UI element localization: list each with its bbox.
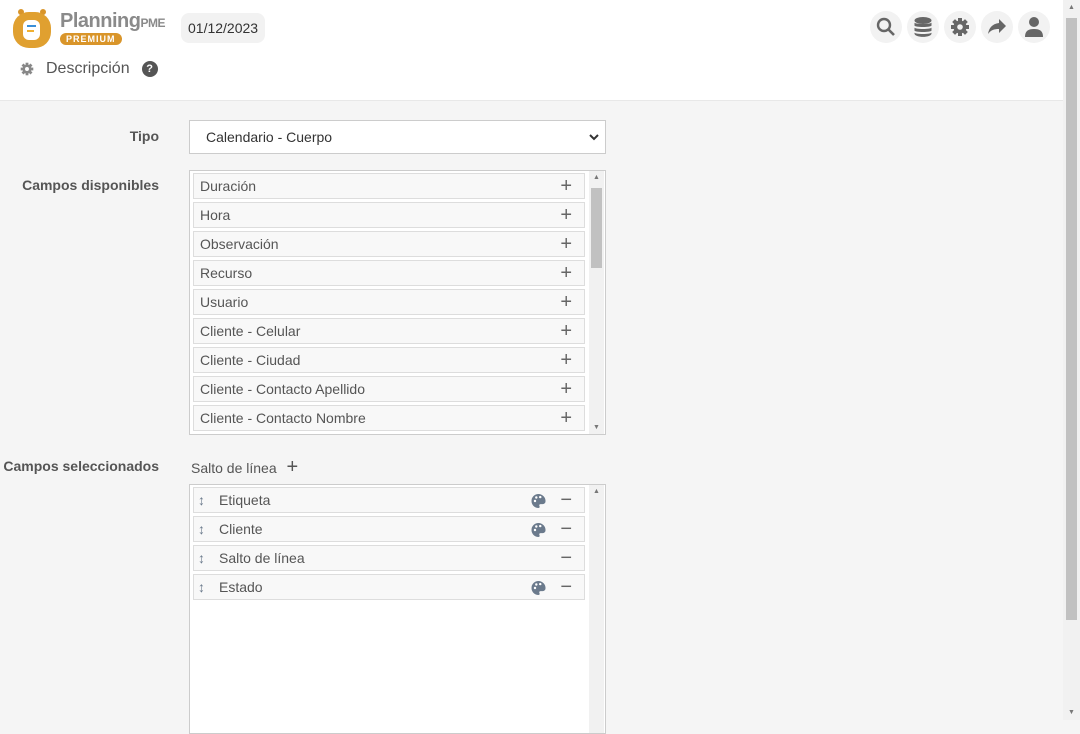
field-label: Observación [200, 236, 279, 252]
add-line-break-button[interactable]: Salto de línea + [191, 456, 298, 479]
selected-fields-list[interactable]: ▲ ↕ Etiqueta − ↕ Cliente − ↕ Salto de línea − ↕ Es… [189, 484, 606, 734]
tipo-label: Tipo [129, 128, 159, 144]
available-field-item[interactable]: Cliente - Contacto Nombre + [193, 405, 585, 431]
premium-badge: PREMIUM [60, 33, 122, 45]
drag-handle-icon[interactable]: ↕ [198, 517, 205, 541]
page-scrollbar[interactable]: ▲ ▼ [1063, 0, 1080, 720]
available-field-item[interactable]: Recurso + [193, 260, 585, 286]
field-label: Cliente [219, 521, 263, 537]
field-label: Cliente - Ciudad [200, 352, 301, 368]
plus-icon[interactable]: + [560, 319, 572, 343]
drag-handle-icon[interactable]: ↕ [198, 546, 205, 570]
settings-button[interactable] [944, 11, 976, 43]
tipo-select[interactable]: Calendario - Cuerpo [189, 120, 606, 154]
database-icon [914, 17, 932, 37]
available-field-item[interactable]: Cliente - Celular + [193, 318, 585, 344]
section-title: Descripción [46, 60, 130, 77]
brand-name: PlanningPME [60, 10, 165, 33]
plus-icon: + [286, 456, 299, 478]
field-label: Duración [200, 178, 257, 194]
line-break-label: Salto de línea [191, 460, 277, 476]
user-button[interactable] [1018, 11, 1050, 43]
date-display[interactable]: 01/12/2023 [181, 13, 266, 43]
field-label: Cliente - Celular [200, 323, 301, 339]
plus-icon[interactable]: + [560, 232, 572, 256]
help-icon[interactable]: ? [141, 61, 158, 77]
palette-icon[interactable] [531, 523, 546, 537]
plus-icon[interactable]: + [560, 377, 572, 401]
selected-fields-label: Campos seleccionados [3, 458, 159, 474]
user-icon [1025, 17, 1043, 37]
search-icon [876, 17, 895, 36]
available-list-scrollbar[interactable]: ▲ ▼ [589, 171, 604, 434]
database-button[interactable] [907, 11, 939, 43]
selected-field-item[interactable]: ↕ Cliente − [193, 516, 585, 542]
selected-field-item[interactable]: ↕ Salto de línea − [193, 545, 585, 571]
drag-handle-icon[interactable]: ↕ [198, 575, 205, 599]
available-field-item[interactable]: Hora + [193, 202, 585, 228]
header: PlanningPME PREMIUM 01/12/2023 Descripci… [0, 0, 1063, 101]
minus-icon[interactable]: − [560, 575, 572, 599]
field-label: Recurso [200, 265, 253, 281]
field-label: Salto de línea [219, 550, 305, 566]
gear-icon [951, 18, 969, 36]
available-field-item[interactable]: Duración + [193, 173, 585, 199]
field-label: Etiqueta [219, 492, 271, 508]
available-field-item[interactable]: Observación + [193, 231, 585, 257]
drag-handle-icon[interactable]: ↕ [198, 488, 205, 512]
brand-suffix: PME [140, 16, 165, 30]
planningpme-logo [13, 9, 51, 48]
plus-icon[interactable]: + [560, 203, 572, 227]
selected-field-item[interactable]: ↕ Etiqueta − [193, 487, 585, 513]
plus-icon[interactable]: + [560, 174, 572, 198]
field-label: Cliente - Contacto Nombre [200, 410, 366, 426]
field-label: Cliente - Contacto Apellido [200, 381, 365, 397]
available-fields-list[interactable]: ▲ ▼ Duración + Hora + Observación + Recurso + Usu… [189, 170, 606, 435]
plus-icon[interactable]: + [560, 348, 572, 372]
share-icon [988, 19, 1006, 34]
available-field-item[interactable]: Cliente - Contacto Apellido + [193, 376, 585, 402]
palette-icon[interactable] [531, 494, 546, 508]
field-label: Estado [219, 579, 263, 595]
minus-icon[interactable]: − [560, 517, 572, 541]
plus-icon[interactable]: + [560, 406, 572, 430]
selected-list-scrollbar[interactable]: ▲ [589, 485, 604, 733]
available-field-item[interactable]: Usuario + [193, 289, 585, 315]
share-button[interactable] [981, 11, 1013, 43]
tipo-value: Calendario - Cuerpo [206, 129, 333, 145]
plus-icon[interactable]: + [560, 261, 572, 285]
available-field-item[interactable]: Cliente - Ciudad + [193, 347, 585, 373]
section-header: Descripción ? [20, 60, 158, 78]
brand-text: Planning [60, 10, 141, 32]
field-label: Usuario [200, 294, 249, 310]
available-fields-label: Campos disponibles [22, 177, 159, 193]
selected-field-item[interactable]: ↕ Estado − [193, 574, 585, 600]
palette-icon[interactable] [531, 581, 546, 595]
minus-icon[interactable]: − [560, 488, 572, 512]
minus-icon[interactable]: − [560, 546, 572, 570]
field-label: Hora [200, 207, 231, 223]
chevron-down-icon [589, 134, 599, 141]
plus-icon[interactable]: + [560, 290, 572, 314]
search-button[interactable] [870, 11, 902, 43]
gear-icon [20, 62, 34, 76]
